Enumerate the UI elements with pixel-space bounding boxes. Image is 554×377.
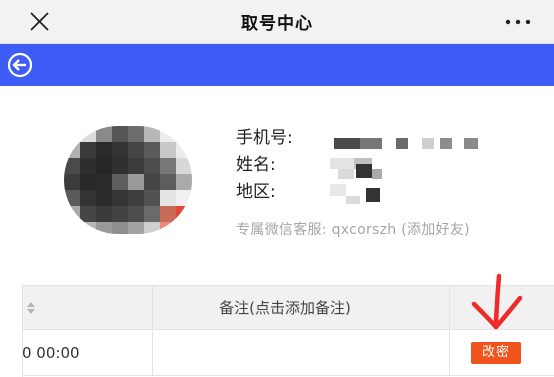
region-label: 地区: xyxy=(236,182,276,202)
red-arrow-annotation xyxy=(471,273,523,330)
name-label: 姓名: xyxy=(236,155,276,175)
page-title: 取号中心 xyxy=(241,14,313,34)
more-icon xyxy=(505,19,531,25)
wechat-service-text: 专属微信客服: qxcorszh (添加好友) xyxy=(236,222,470,238)
back-arrow-icon xyxy=(7,52,33,78)
change-password-button[interactable]: 改密 xyxy=(471,342,521,364)
avatar-mosaic-image xyxy=(64,126,192,234)
time-cell: 0 00:00 xyxy=(22,344,80,362)
sort-icon[interactable] xyxy=(26,301,36,315)
redacted-profile-values xyxy=(330,138,478,204)
more-button[interactable] xyxy=(502,14,534,30)
table-row: 0 00:00 改密 xyxy=(22,330,554,376)
note-column-header[interactable]: 备注(点击添加备注) xyxy=(173,297,397,318)
title-bar: 取号中心 xyxy=(0,0,554,44)
back-button[interactable] xyxy=(7,52,33,78)
avatar xyxy=(64,126,192,234)
phone-label: 手机号: xyxy=(236,128,293,148)
nav-bar xyxy=(0,44,554,86)
